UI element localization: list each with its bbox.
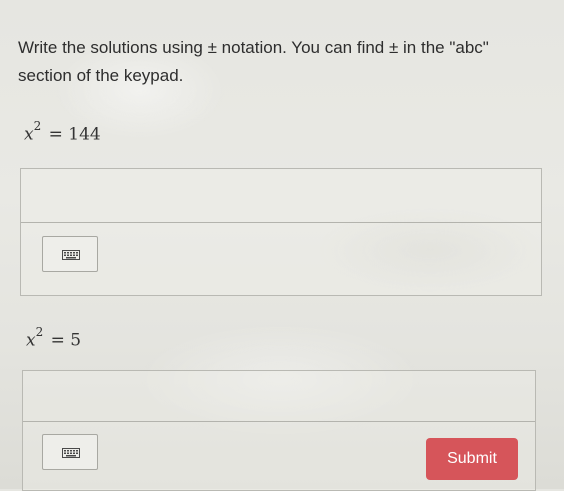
- answer-input-2[interactable]: [23, 371, 535, 421]
- equation-2-rhs: = 5: [50, 330, 82, 351]
- answer-box-2-divider: [23, 421, 535, 422]
- equation-2-exponent: 2: [35, 325, 44, 339]
- answer-box-1-divider: [21, 222, 541, 223]
- answer-box-1: [20, 168, 542, 296]
- keypad-button-2[interactable]: [42, 434, 98, 470]
- equation-2: x2 = 5: [26, 325, 82, 351]
- equation-1-variable: x: [24, 124, 34, 145]
- keyboard-icon: [62, 250, 80, 260]
- keyboard-icon: [62, 448, 80, 458]
- equation-1-exponent: 2: [33, 119, 42, 133]
- equation-2-variable: x: [26, 330, 36, 351]
- equation-1-rhs: = 144: [48, 124, 101, 145]
- equation-1: x2 = 144: [24, 119, 101, 145]
- instruction-line-2: section of the keypad.: [18, 66, 184, 85]
- submit-button[interactable]: Submit: [426, 438, 518, 480]
- answer-input-1[interactable]: [21, 169, 541, 222]
- instruction-line-1: Write the solutions using ± notation. Yo…: [18, 38, 489, 57]
- instruction-text: Write the solutions using ± notation. Yo…: [18, 34, 548, 90]
- keypad-button-1[interactable]: [42, 236, 98, 272]
